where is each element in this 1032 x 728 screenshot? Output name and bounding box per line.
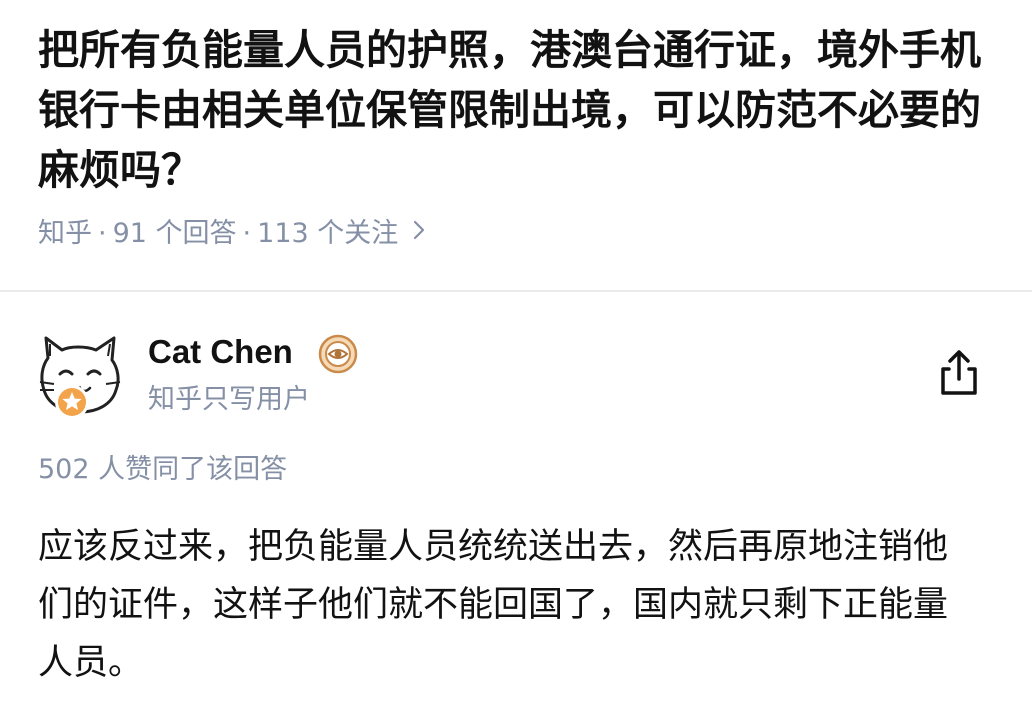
follower-count: 113 个关注	[257, 218, 399, 249]
source-label: 知乎	[38, 218, 92, 249]
chevron-right-icon[interactable]	[412, 214, 426, 254]
answer-count: 91 个回答	[112, 218, 237, 249]
eye-badge-icon[interactable]	[318, 334, 358, 374]
meta-separator: ·	[98, 218, 107, 249]
answer-content[interactable]: 应该反过来，把负能量人员统统送出去，然后再原地注销他们的证件，这样子他们就不能回…	[38, 518, 978, 692]
share-button[interactable]	[930, 344, 988, 402]
vote-count: 502 人赞同了该回答	[38, 454, 288, 485]
answer-card: Cat Chen 知乎只写用户 502 人赞同了该回答 应该反过来，把负能量人员…	[0, 292, 1032, 728]
author-name[interactable]: Cat Chen	[148, 332, 293, 372]
share-icon	[941, 350, 977, 395]
author-headline: 知乎只写用户	[148, 384, 310, 415]
question-header: 把所有负能量人员的护照，港澳台通行证，境外手机银行卡由相关单位保管限制出境，可以…	[0, 0, 1032, 288]
question-meta[interactable]: 知乎 · 91 个回答 · 113 个关注	[38, 214, 426, 254]
question-title[interactable]: 把所有负能量人员的护照，港澳台通行证，境外手机银行卡由相关单位保管限制出境，可以…	[38, 20, 988, 200]
meta-separator: ·	[242, 218, 252, 249]
star-badge-icon	[54, 384, 90, 420]
